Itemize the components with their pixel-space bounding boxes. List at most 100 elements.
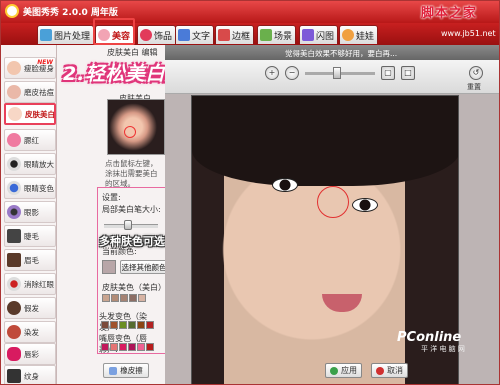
brush-cursor-circle — [317, 186, 349, 218]
sidebar-item-label: 假发 — [24, 303, 39, 313]
heart-icon — [140, 29, 152, 41]
sidebar-item-wig[interactable]: 假发 — [4, 297, 56, 319]
hair-dye-icon — [7, 325, 21, 339]
preview-thumbnail — [107, 99, 165, 155]
new-badge: NEW — [37, 59, 53, 66]
tab-label: 边框 — [232, 31, 251, 42]
frame-icon — [218, 29, 230, 41]
smooth-skin-icon — [7, 85, 21, 99]
zoom-slider[interactable] — [305, 67, 375, 79]
beauty-sidebar: 瘦脸瘦身 NEW 磨皮祛痘 皮肤美白 腮红 眼睛放大 眼睛变色 眼影 睫毛 眉毛… — [1, 45, 57, 384]
eye-enlarge-icon — [7, 157, 21, 171]
photo-right-eye — [352, 198, 378, 212]
eyeshadow-icon — [7, 205, 21, 219]
brush-size-thumb[interactable] — [124, 220, 132, 230]
apply-button[interactable]: 应用 — [325, 363, 362, 378]
sidebar-item-eyebrow[interactable]: 眉毛 — [4, 249, 56, 271]
tab-label: 饰品 — [154, 31, 173, 42]
title-bar: 美图秀秀 2.0.0 周年版 脚本之家 — [1, 1, 499, 23]
lip-swatch-6[interactable] — [146, 343, 154, 351]
skin-swatch-5[interactable] — [138, 294, 146, 302]
eraser-button[interactable]: 橡皮擦 — [103, 363, 149, 378]
window-title: 美图秀秀 2.0.0 周年版 — [23, 8, 118, 18]
eraser-icon — [109, 366, 118, 375]
sidebar-item-eyeshadow[interactable]: 眼影 — [4, 201, 56, 223]
image-canvas-area: 觉得美白效果不够好用，要白再... + − ▢ □ ↺ 重置 PConline … — [165, 45, 499, 384]
scene-icon — [260, 29, 272, 41]
current-color-swatch — [102, 260, 116, 274]
tab-doll[interactable]: 娃娃 — [339, 25, 379, 44]
reset-icon[interactable]: ↺ — [469, 66, 483, 80]
photo-hair — [192, 96, 458, 186]
tab-label: 场景 — [274, 31, 293, 42]
sidebar-item-tattoo[interactable]: 纹身 — [4, 365, 56, 384]
panel-description: 点击鼠标左键，涂抹出需要美白的区域。 — [105, 159, 158, 188]
tab-flash[interactable]: 闪图 — [299, 25, 339, 44]
sidebar-item-label: 腮红 — [24, 135, 39, 145]
hair-swatch-5[interactable] — [137, 321, 145, 329]
tab-label: 文字 — [192, 31, 211, 42]
actual-size-icon[interactable]: □ — [401, 66, 415, 80]
flash-icon — [302, 29, 314, 41]
lip-swatch-2[interactable] — [110, 343, 118, 351]
sidebar-item-eyelash[interactable]: 睫毛 — [4, 225, 56, 247]
doll-icon — [342, 29, 354, 41]
sidebar-item-whiten-skin[interactable]: 皮肤美白 — [4, 103, 56, 125]
photo-left-eye — [272, 178, 298, 192]
fit-icon[interactable]: ▢ — [381, 66, 395, 80]
whiten-skin-icon — [8, 107, 22, 121]
lip-swatch-1[interactable] — [101, 343, 109, 351]
zoom-in-icon[interactable]: + — [265, 66, 279, 80]
tab-beauty[interactable]: 美容 — [95, 25, 135, 44]
brush-size-slider[interactable] — [104, 220, 158, 230]
sidebar-item-blush[interactable]: 腮红 — [4, 129, 56, 151]
skin-swatch-1[interactable] — [102, 294, 110, 302]
tab-accessories[interactable]: 饰品 — [137, 25, 177, 44]
lipstick-icon — [7, 347, 21, 361]
photo-watermark-sub: 平 洋 电 脑 网 — [421, 345, 465, 353]
hair-swatch-4[interactable] — [128, 321, 136, 329]
zoom-out-icon[interactable]: − — [285, 66, 299, 80]
main-tab-bar: 图片处理 美容 饰品 文字 边框 场景 闪图 娃娃 www.jb51.net — [1, 23, 499, 45]
hair-swatch-3[interactable] — [119, 321, 127, 329]
photo-mouth — [322, 294, 362, 312]
skin-swatch-4[interactable] — [129, 294, 137, 302]
skin-swatch-2[interactable] — [111, 294, 119, 302]
apply-label: 应用 — [341, 366, 357, 375]
blush-icon — [7, 133, 21, 147]
face-icon — [98, 29, 110, 41]
sidebar-item-eye-enlarge[interactable]: 眼睛放大 — [4, 153, 56, 175]
sidebar-item-label: 眼睛放大 — [24, 159, 54, 169]
tab-frame[interactable]: 边框 — [215, 25, 255, 44]
hair-swatch-6[interactable] — [146, 321, 154, 329]
sidebar-item-label: 皮肤美白 — [25, 109, 55, 119]
sidebar-item-hair-dye[interactable]: 染发 — [4, 321, 56, 343]
brush-size-label: 局部美白笔大小: — [102, 205, 161, 214]
lip-swatch-3[interactable] — [119, 343, 127, 351]
brush-preview-circle — [124, 126, 136, 138]
hair-swatch-2[interactable] — [110, 321, 118, 329]
tab-scene[interactable]: 场景 — [257, 25, 297, 44]
sidebar-item-smooth-skin[interactable]: 磨皮祛痘 — [4, 81, 56, 103]
sidebar-item-slim-face[interactable]: 瘦脸瘦身 NEW — [4, 57, 56, 79]
settings-label: 设置: — [102, 193, 121, 202]
tab-image-process[interactable]: 图片处理 — [37, 25, 95, 44]
hair-swatch-1[interactable] — [101, 321, 109, 329]
eyebrow-icon — [7, 253, 21, 267]
cancel-button[interactable]: 取消 — [371, 363, 408, 378]
tab-text[interactable]: 文字 — [175, 25, 215, 44]
sidebar-item-lipstick[interactable]: 唇彩 — [4, 343, 56, 365]
choose-color-button[interactable]: 选择其他颜色 — [120, 260, 168, 274]
eraser-button-label: 橡皮擦 — [120, 366, 143, 375]
app-window: 美图秀秀 2.0.0 周年版 脚本之家 图片处理 美容 饰品 文字 边框 场景 — [0, 0, 500, 385]
cancel-label: 取消 — [387, 366, 403, 375]
zoom-thumb[interactable] — [333, 67, 341, 79]
sidebar-item-eye-color[interactable]: 眼睛变色 — [4, 177, 56, 199]
lip-swatch-5[interactable] — [137, 343, 145, 351]
apply-icon — [330, 366, 338, 375]
eye-color-icon — [7, 181, 21, 195]
lip-swatch-4[interactable] — [128, 343, 136, 351]
hint-bar: 觉得美白效果不够好用，要白再... — [165, 45, 499, 60]
skin-swatch-3[interactable] — [120, 294, 128, 302]
sidebar-item-redeye[interactable]: 消除红眼 — [4, 273, 56, 295]
